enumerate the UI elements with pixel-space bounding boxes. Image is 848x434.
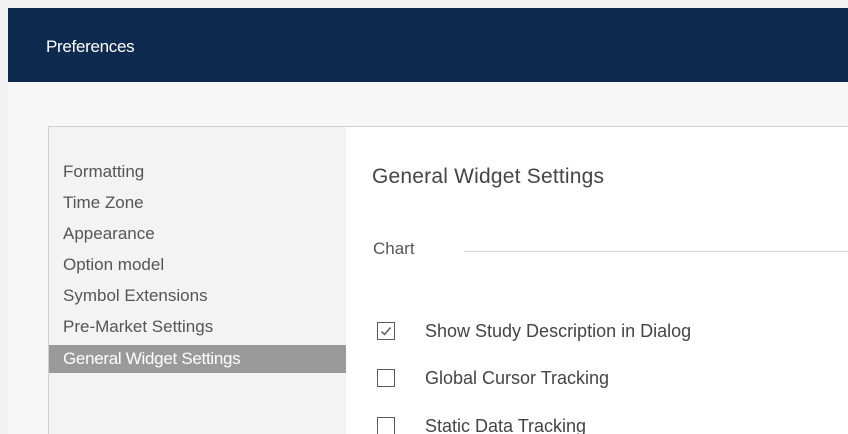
sidebar-item-general-widget-settings[interactable]: General Widget Settings [49,345,346,373]
group-label-chart: Chart [373,239,415,258]
group-divider [464,251,848,252]
checkbox-static-data-tracking[interactable] [377,417,395,434]
sidebar-item-option-model[interactable]: Option model [49,251,346,279]
checkbox-show-study-description[interactable] [377,322,395,340]
section-heading: General Widget Settings [372,165,605,188]
preferences-dialog: Preferences Formatting Time Zone Appeara… [8,8,848,434]
dialog-title: Preferences [46,37,135,56]
checkbox-global-cursor-tracking[interactable] [377,369,395,387]
page: Preferences Formatting Time Zone Appeara… [0,0,848,434]
preferences-sidebar: Formatting Time Zone Appearance Option m… [49,127,346,434]
option-show-study-description[interactable]: Show Study Description in Dialog [377,317,691,345]
sidebar-item-pre-market-settings[interactable]: Pre-Market Settings [49,313,346,341]
option-global-cursor-tracking[interactable]: Global Cursor Tracking [377,364,609,392]
sidebar-item-formatting[interactable]: Formatting [49,158,346,186]
dialog-body: Formatting Time Zone Appearance Option m… [48,126,848,434]
option-label: Static Data Tracking [425,415,587,434]
option-static-data-tracking[interactable]: Static Data Tracking [377,412,586,434]
option-label: Global Cursor Tracking [425,367,610,388]
sidebar-item-time-zone[interactable]: Time Zone [49,189,346,217]
settings-content: General Widget Settings Chart Show Study… [346,127,848,434]
checkmark-icon [381,327,392,336]
option-label: Show Study Description in Dialog [425,320,692,341]
sidebar-item-appearance[interactable]: Appearance [49,220,346,248]
sidebar-item-symbol-extensions[interactable]: Symbol Extensions [49,282,346,310]
dialog-titlebar: Preferences [8,8,848,82]
